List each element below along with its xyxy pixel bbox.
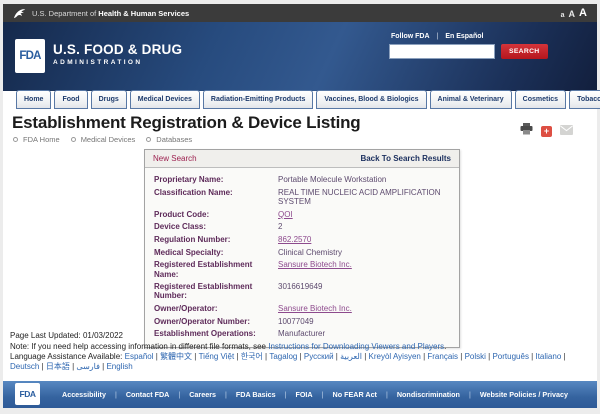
- nav-tab[interactable]: Drugs: [91, 90, 127, 109]
- language-link[interactable]: Polski: [465, 352, 493, 361]
- hhs-top-bar: U.S. Department of Health & Human Servic…: [3, 4, 597, 22]
- font-size-controls: a A A: [561, 7, 587, 19]
- field-label: Proprietary Name:: [154, 175, 270, 184]
- language-link[interactable]: English: [106, 362, 132, 371]
- breadcrumb-medical-devices[interactable]: Medical Devices: [81, 135, 136, 144]
- language-link[interactable]: فارسی: [76, 362, 106, 371]
- nav-tab[interactable]: Cosmetics: [515, 90, 566, 109]
- back-to-search-results-link[interactable]: Back To Search Results: [360, 154, 451, 163]
- last-updated-text: Page Last Updated: 01/03/2022: [10, 331, 591, 341]
- product-code-link[interactable]: QOI: [278, 210, 450, 219]
- search-button[interactable]: SEARCH: [501, 44, 548, 59]
- header-utility-links: Follow FDA | En Español: [389, 33, 557, 40]
- nav-tab[interactable]: Animal & Veterinary: [430, 90, 512, 109]
- footer-link[interactable]: FDA Basics: [236, 390, 296, 399]
- new-search-link[interactable]: New Search: [153, 154, 197, 163]
- breadcrumb-fda-home[interactable]: FDA Home: [23, 135, 60, 144]
- font-size-large-button[interactable]: A: [579, 7, 587, 19]
- device-record-fields: Proprietary Name: Portable Molecule Work…: [145, 168, 459, 347]
- page-title: Establishment Registration & Device List…: [12, 113, 360, 133]
- language-link[interactable]: Tagalog: [269, 352, 304, 361]
- email-icon[interactable]: [560, 122, 573, 140]
- breadcrumb-bullet-icon: [71, 137, 76, 142]
- footer-link[interactable]: FOIA: [295, 390, 332, 399]
- registered-establishment-name-link[interactable]: Sansure Biotech Inc.: [278, 260, 450, 278]
- language-link[interactable]: Tiếng Việt: [199, 352, 241, 361]
- regulation-number-link[interactable]: 862.2570: [278, 235, 450, 244]
- device-record-panel: New Search Back To Search Results Propri…: [144, 149, 460, 348]
- field-label: Device Class:: [154, 222, 270, 231]
- breadcrumb: FDA Home Medical Devices Databases: [13, 135, 198, 144]
- registered-establishment-number-value: 3016619649: [278, 282, 450, 300]
- field-label: Owner/Operator:: [154, 304, 270, 313]
- breadcrumb-bullet-icon: [13, 137, 18, 142]
- classification-name-value: REAL TIME NUCLEIC ACID AMPLIFICATION SYS…: [278, 188, 450, 206]
- footer-fda-logo[interactable]: FDA: [15, 383, 40, 405]
- font-size-small-button[interactable]: a: [561, 12, 565, 19]
- file-formats-note: Note: If you need help accessing informa…: [10, 342, 591, 352]
- language-link[interactable]: Français: [427, 352, 464, 361]
- language-assistance: Language Assistance Available: Español繁體…: [10, 352, 591, 371]
- footer-link[interactable]: Website Policies / Privacy: [480, 390, 568, 399]
- viewers-players-link[interactable]: Instructions for Downloading Viewers and…: [268, 342, 444, 351]
- fda-wordmark-line1: U.S. FOOD & DRUG: [53, 42, 182, 57]
- field-label: Medical Specialty:: [154, 248, 270, 257]
- fda-wordmark-line2: ADMINISTRATION: [53, 59, 182, 66]
- nav-tab[interactable]: Radiation-Emitting Products: [203, 90, 314, 109]
- page-footer-text: Page Last Updated: 01/03/2022 Note: If y…: [10, 331, 591, 372]
- owner-operator-number-value: 10077049: [278, 317, 450, 326]
- language-link[interactable]: Kreyòl Ayisyen: [369, 352, 428, 361]
- language-link[interactable]: Русский: [304, 352, 340, 361]
- font-size-medium-button[interactable]: A: [569, 9, 576, 19]
- share-icon[interactable]: +: [541, 126, 552, 137]
- footer-link[interactable]: No FEAR Act: [333, 390, 397, 399]
- footer-link[interactable]: Contact FDA: [126, 390, 189, 399]
- field-label: Registered Establishment Name:: [154, 260, 270, 278]
- nav-tab[interactable]: Vaccines, Blood & Biologics: [316, 90, 426, 109]
- page-body: HomeFoodDrugsMedical DevicesRadiation-Em…: [3, 91, 597, 381]
- language-link[interactable]: 한국어: [241, 352, 270, 361]
- owner-operator-link[interactable]: Sansure Biotech Inc.: [278, 304, 450, 313]
- nav-tab[interactable]: Medical Devices: [130, 90, 200, 109]
- primary-nav: HomeFoodDrugsMedical DevicesRadiation-Em…: [16, 90, 597, 109]
- search-input[interactable]: [389, 44, 495, 59]
- field-label: Classification Name:: [154, 188, 270, 206]
- site-footer: FDA AccessibilityContact FDACareersFDA B…: [3, 381, 597, 408]
- language-link[interactable]: Español: [125, 352, 160, 361]
- breadcrumb-databases[interactable]: Databases: [156, 135, 192, 144]
- device-class-value: 2: [278, 222, 450, 231]
- hhs-department-label[interactable]: U.S. Department of Health & Human Servic…: [32, 9, 189, 18]
- language-link[interactable]: Italiano: [535, 352, 565, 361]
- language-link[interactable]: Português: [492, 352, 535, 361]
- hhs-eagle-icon: [13, 8, 26, 19]
- nav-tab[interactable]: Home: [16, 90, 51, 109]
- nav-tab[interactable]: Food: [54, 90, 87, 109]
- en-espanol-link[interactable]: En Español: [445, 33, 483, 40]
- record-panel-header: New Search Back To Search Results: [145, 150, 459, 168]
- follow-fda-link[interactable]: Follow FDA: [391, 33, 430, 40]
- footer-link[interactable]: Accessibility: [62, 390, 126, 399]
- field-label: Regulation Number:: [154, 235, 270, 244]
- field-label: Owner/Operator Number:: [154, 317, 270, 326]
- language-link[interactable]: 日本語: [46, 362, 77, 371]
- breadcrumb-bullet-icon: [146, 137, 151, 142]
- language-link[interactable]: العربية: [340, 352, 368, 361]
- fda-logo[interactable]: FDA: [15, 39, 45, 73]
- field-label: Registered Establishment Number:: [154, 282, 270, 300]
- language-link[interactable]: Deutsch: [10, 362, 46, 371]
- fda-wordmark: U.S. FOOD & DRUG ADMINISTRATION: [53, 42, 182, 66]
- medical-specialty-value: Clinical Chemistry: [278, 248, 450, 257]
- page-action-icons: +: [520, 122, 573, 140]
- language-link[interactable]: 繁體中文: [160, 352, 199, 361]
- print-icon[interactable]: [520, 122, 533, 140]
- footer-link[interactable]: Nondiscrimination: [397, 390, 480, 399]
- footer-link[interactable]: Careers: [189, 390, 236, 399]
- nav-tab[interactable]: Tobacco Products: [569, 90, 600, 109]
- fda-header: FDA U.S. FOOD & DRUG ADMINISTRATION Foll…: [3, 22, 597, 91]
- field-label: Product Code:: [154, 210, 270, 219]
- proprietary-name-value: Portable Molecule Workstation: [278, 175, 450, 184]
